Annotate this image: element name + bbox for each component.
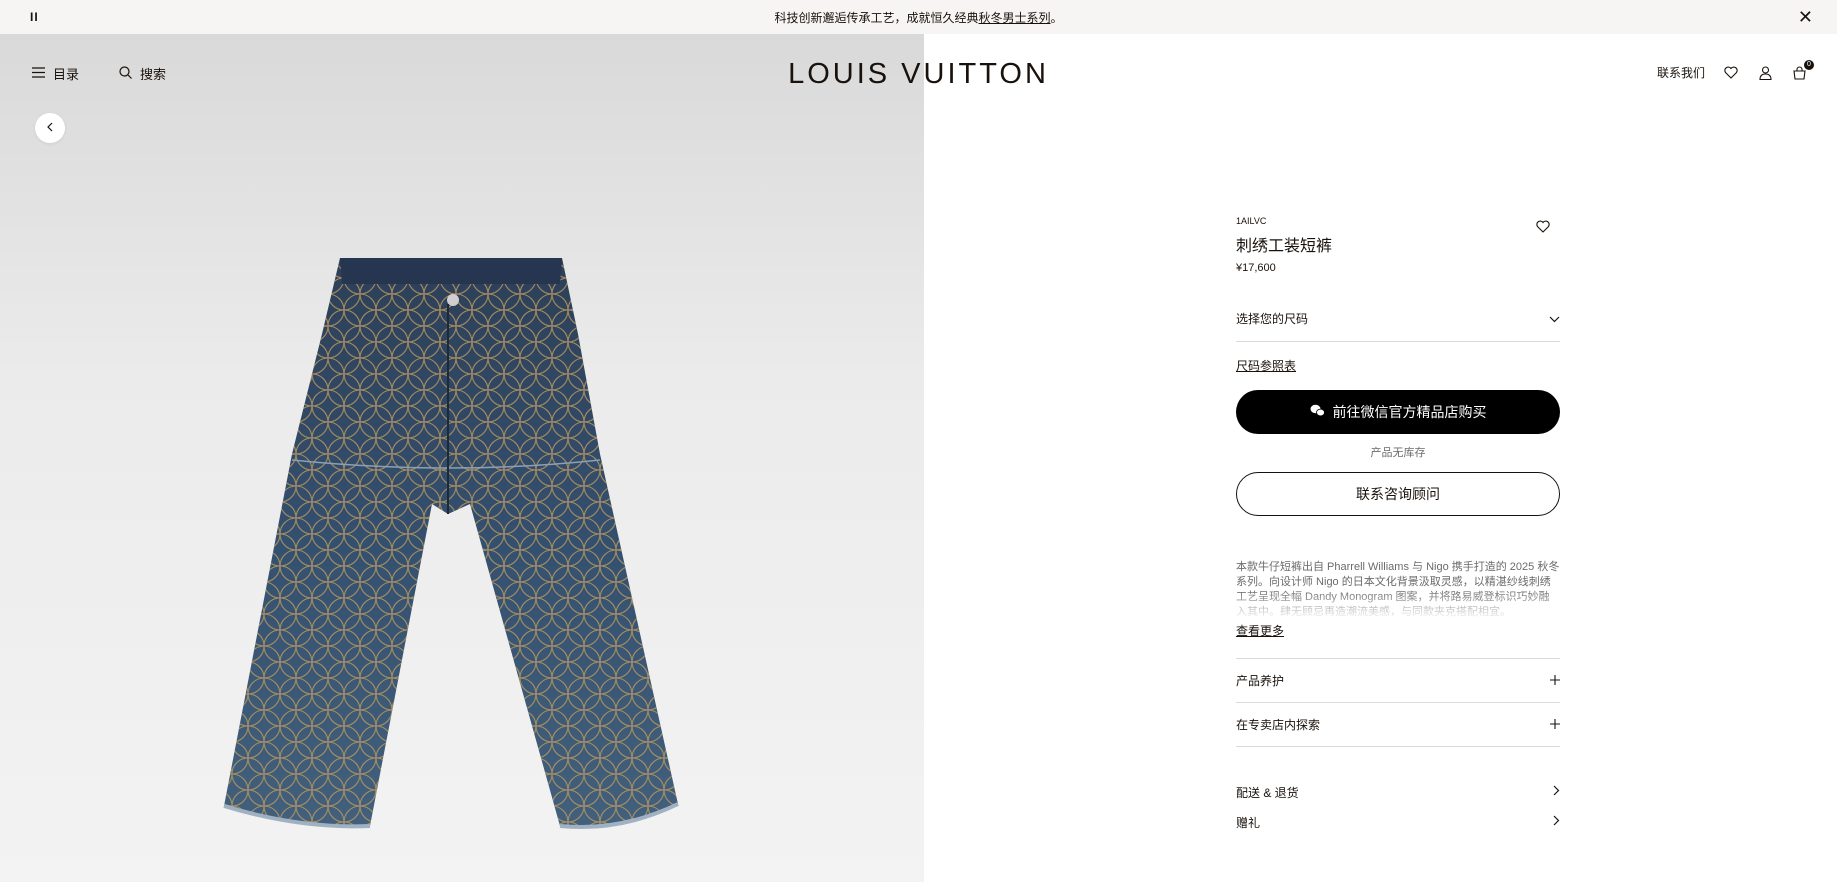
close-announcement-button[interactable]: ✕: [1798, 7, 1813, 28]
nav-right: 联系我们 0: [1657, 59, 1814, 81]
accordion-label: 在专卖店内探索: [1236, 718, 1321, 732]
delivery-returns-link[interactable]: 配送 & 退货: [1236, 777, 1560, 807]
product-info-panel: 1AILVC 刺绣工装短裤 ¥17,600 选择您的尺码 尺码参照表 前往微信官…: [1236, 216, 1560, 837]
size-guide-link[interactable]: 尺码参照表: [1236, 357, 1296, 374]
product-title: 刺绣工装短裤: [1236, 238, 1333, 255]
product-description: 本款牛仔短裤出自 Pharrell Williams 与 Nigo 携手打造的 …: [1236, 561, 1560, 620]
link-label: 赠礼: [1236, 815, 1261, 830]
account-icon[interactable]: [1757, 65, 1773, 81]
contact-advisor-button[interactable]: 联系咨询顾问: [1236, 472, 1560, 516]
nav-left: 目录 搜索: [32, 64, 166, 83]
service-links: 配送 & 退货 赠礼: [1236, 777, 1560, 837]
chevron-down-icon: [1549, 312, 1560, 326]
search-icon: [119, 65, 132, 82]
announcement-suffix: 。: [1050, 10, 1063, 25]
announcement-text: 科技创新邂逅传承工艺，成就恒久经典: [774, 10, 979, 25]
search-button[interactable]: 搜索: [119, 64, 166, 83]
product-sku: 1AILVC: [1236, 216, 1267, 226]
chevron-right-icon: [1553, 815, 1560, 829]
menu-button[interactable]: 目录: [32, 64, 79, 83]
read-more-link[interactable]: 查看更多: [1236, 622, 1284, 639]
accordion-product-care[interactable]: 产品养护: [1236, 659, 1560, 703]
announcement-bar: II 科技创新邂逅传承工艺，成就恒久经典 秋冬男士系列 。 ✕: [0, 0, 1837, 34]
chevron-left-icon: [46, 119, 54, 137]
plus-icon: [1550, 718, 1560, 732]
announcement-link[interactable]: 秋冬男士系列: [978, 9, 1050, 26]
link-label: 配送 & 退货: [1236, 785, 1299, 800]
product-price: ¥17,600: [1236, 262, 1276, 274]
hamburger-icon: [32, 66, 45, 81]
chevron-right-icon: [1553, 785, 1560, 799]
wishlist-icon[interactable]: [1723, 65, 1739, 81]
product-image-area: [0, 34, 924, 882]
accordion-in-store[interactable]: 在专卖店内探索: [1236, 703, 1560, 747]
gifting-link[interactable]: 赠礼: [1236, 807, 1560, 837]
size-select[interactable]: 选择您的尺码: [1236, 296, 1560, 342]
search-label: 搜索: [140, 67, 167, 82]
wechat-icon: [1310, 404, 1325, 420]
wechat-store-button[interactable]: 前往微信官方精品店购买: [1236, 390, 1560, 434]
product-image[interactable]: [200, 214, 700, 854]
stock-status: 产品无库存: [1370, 447, 1426, 459]
accordion-label: 产品养护: [1236, 674, 1285, 688]
add-to-wishlist-icon[interactable]: [1536, 220, 1550, 238]
accordion: 产品养护 在专卖店内探索: [1236, 658, 1560, 747]
brand-logo[interactable]: LOUIS VUITTON: [788, 58, 1049, 91]
back-button[interactable]: [35, 113, 65, 143]
cart-count-badge: 0: [1804, 59, 1814, 70]
pause-button[interactable]: II: [30, 10, 39, 24]
size-select-label: 选择您的尺码: [1236, 312, 1309, 326]
contact-us-link[interactable]: 联系我们: [1657, 64, 1705, 81]
site-header: 目录 搜索 LOUIS VUITTON 联系我们 0: [0, 34, 1837, 112]
wechat-button-label: 前往微信官方精品店购买: [1332, 404, 1487, 420]
plus-icon: [1550, 674, 1560, 688]
menu-label: 目录: [53, 67, 80, 82]
cart-icon[interactable]: 0: [1791, 59, 1814, 81]
